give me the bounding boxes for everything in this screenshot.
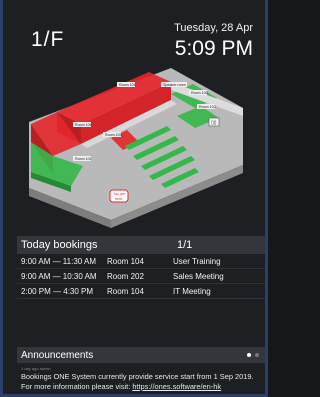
header: 1/F Tuesday, 28 Apr 5:09 PM bbox=[3, 0, 265, 64]
announcements-header: Announcements bbox=[17, 347, 265, 363]
booking-time: 9:00 AM — 11:30 AM bbox=[21, 256, 97, 266]
svg-text:You are: You are bbox=[113, 192, 125, 196]
svg-text:▯▯: ▯▯ bbox=[211, 120, 217, 126]
booking-title: IT Meeting bbox=[173, 286, 211, 296]
room-label-103: Room 103 bbox=[105, 133, 122, 137]
today-bookings-panel: Today bookings 1/1 9:00 AM — 11:30 AM Ro… bbox=[17, 236, 265, 299]
announcement-line: For more information please visit: https… bbox=[21, 382, 261, 392]
table-row[interactable]: 2:00 PM — 4:30 PM Room 104 IT Meeting bbox=[17, 284, 265, 299]
floor-plan-map[interactable]: Room 104 Room 106 Room 101 Room 103 Spea… bbox=[21, 60, 251, 230]
announcement-link[interactable]: https://ones.software/en-hk bbox=[132, 382, 221, 391]
room-label-speaker: Speaker room bbox=[163, 83, 186, 87]
bookings-header: Today bookings 1/1 bbox=[17, 236, 265, 254]
booking-room: Room 104 bbox=[107, 286, 144, 296]
announcement-link-prefix: For more information please visit: bbox=[21, 382, 133, 391]
bookings-title: Today bookings bbox=[21, 239, 98, 251]
booking-title: Sales Meeting bbox=[173, 271, 224, 281]
floor-label: 1/F bbox=[31, 28, 65, 51]
booking-title: User Training bbox=[173, 256, 221, 266]
announcements-panel: Announcements 1 day ago admin Bookings O… bbox=[17, 347, 265, 393]
announcements-title: Announcements bbox=[21, 349, 94, 361]
booking-time: 2:00 PM — 4:30 PM bbox=[21, 286, 94, 296]
room-label-104: Room 104 bbox=[119, 83, 136, 87]
room-label-101: Room 101 bbox=[75, 157, 92, 161]
clock: 5:09 PM bbox=[174, 37, 253, 60]
announcement-line: Bookings ONE System currently provide se… bbox=[21, 372, 254, 381]
svg-text:here: here bbox=[115, 197, 122, 201]
booking-room: Room 104 bbox=[107, 256, 144, 266]
bookings-page-indicator: 1/1 bbox=[177, 239, 193, 251]
room-label-102: Room 102 bbox=[199, 105, 216, 109]
room-label-106: Room 106 bbox=[75, 123, 92, 127]
carousel-dot-active[interactable] bbox=[247, 353, 251, 357]
kiosk-screen: 1/F Tuesday, 28 Apr 5:09 PM Room 104 Roo… bbox=[0, 0, 268, 397]
booking-time: 9:00 AM — 10:30 AM bbox=[21, 271, 97, 281]
floor-plan-svg: Room 104 Room 106 Room 101 Room 103 Spea… bbox=[29, 68, 243, 228]
carousel-dot[interactable] bbox=[255, 353, 259, 357]
table-row[interactable]: 9:00 AM — 10:30 AM Room 202 Sales Meetin… bbox=[17, 269, 265, 284]
booking-room: Room 202 bbox=[107, 271, 144, 281]
announcement-body: Bookings ONE System currently provide se… bbox=[17, 371, 265, 393]
room-label-105: Room 105 bbox=[191, 91, 208, 95]
announcement-meta: 1 day ago admin bbox=[21, 366, 51, 371]
date-label: Tuesday, 28 Apr bbox=[174, 22, 253, 34]
carousel-dots[interactable] bbox=[247, 353, 265, 357]
you-are-here-pin: You are here bbox=[109, 189, 129, 203]
table-row[interactable]: 9:00 AM — 11:30 AM Room 104 User Trainin… bbox=[17, 254, 265, 269]
